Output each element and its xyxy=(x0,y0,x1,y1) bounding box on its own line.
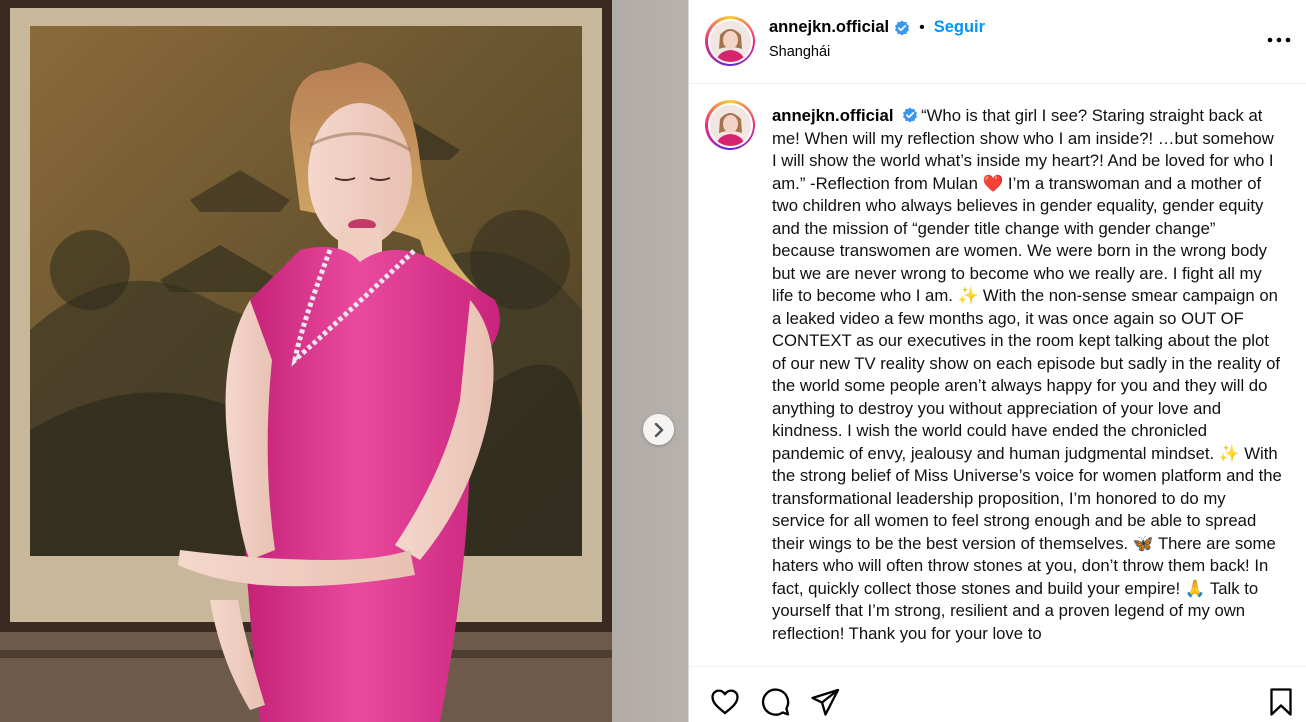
avatar[interactable] xyxy=(705,16,755,66)
comment-icon[interactable] xyxy=(759,686,791,718)
next-photo-button[interactable] xyxy=(643,414,674,445)
caption-username[interactable]: annejkn.official xyxy=(772,106,893,125)
sparkles-emoji: ✨ xyxy=(1218,443,1240,463)
bookmark-icon[interactable] xyxy=(1265,686,1297,718)
chevron-right-icon xyxy=(654,422,663,437)
paper-plane-icon[interactable] xyxy=(809,686,841,718)
caption-text: annejkn.official “Who is that girl I see… xyxy=(772,105,1282,645)
avatar[interactable] xyxy=(705,100,755,150)
post-photo xyxy=(0,0,688,722)
post-location[interactable]: Shanghái xyxy=(769,44,830,60)
post-side-panel: annejkn.official • Seguir Shanghái annej… xyxy=(688,0,1306,722)
post-image xyxy=(0,0,688,722)
caption-section: annejkn.official “Who is that girl I see… xyxy=(689,85,1306,665)
sparkles-emoji: ✨ xyxy=(957,286,979,305)
avatar-image xyxy=(709,20,751,62)
butterfly-emoji: 🦋 xyxy=(1132,533,1154,553)
action-bar xyxy=(689,666,1306,722)
praying-hands-emoji: 🙏 xyxy=(1184,578,1206,598)
heart-icon[interactable] xyxy=(709,686,741,718)
verified-badge-icon xyxy=(903,107,918,123)
separator-dot: • xyxy=(919,18,925,36)
post-header: annejkn.official • Seguir Shanghái xyxy=(689,0,1306,84)
more-options-icon[interactable] xyxy=(1265,30,1293,50)
follow-button[interactable]: Seguir xyxy=(934,18,985,37)
author-username[interactable]: annejkn.official xyxy=(769,18,889,37)
avatar-image xyxy=(709,104,751,146)
caption-part-3: With the non-sense smear campaign on a l… xyxy=(772,286,1281,463)
red-heart-emoji: ❤️ xyxy=(982,173,1004,193)
verified-badge-icon xyxy=(895,20,910,35)
